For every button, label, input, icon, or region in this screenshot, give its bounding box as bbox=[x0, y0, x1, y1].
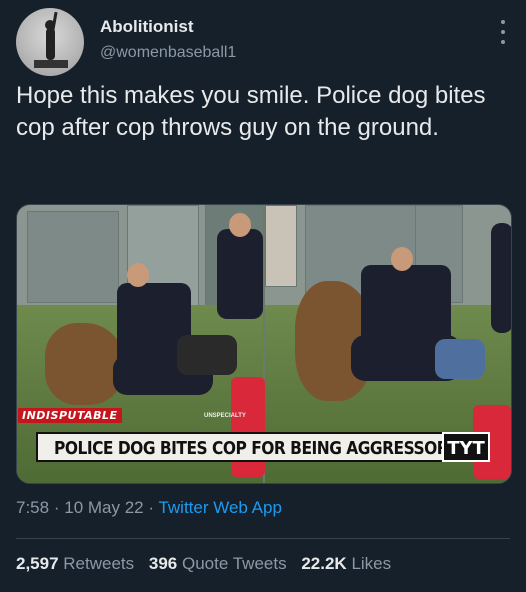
tweet-source-link[interactable]: Twitter Web App bbox=[158, 498, 281, 517]
chyron-headline: POLICE DOG BITES COP FOR BEING AGGRESSOR bbox=[54, 438, 449, 459]
more-vertical-icon[interactable] bbox=[500, 20, 506, 44]
retweets-label: Retweets bbox=[63, 554, 135, 573]
tweet-text: Hope this makes you smile. Police dog bi… bbox=[16, 82, 486, 141]
tweet-stats: 2,597 Retweets 396 Quote Tweets 22.2K Li… bbox=[16, 554, 401, 574]
likes-label: Likes bbox=[351, 554, 392, 573]
chyron-subtag: UNSPECIALTY bbox=[204, 413, 246, 419]
chyron-tag: INDISPUTABLE bbox=[18, 408, 122, 423]
avatar[interactable] bbox=[16, 8, 84, 76]
avatar-figure-base bbox=[34, 60, 68, 68]
quote-tweets-count: 396 bbox=[148, 554, 178, 573]
tweet-meta: 7:58 · 10 May 22 · Twitter Web App bbox=[16, 498, 282, 518]
avatar-figure-body bbox=[46, 28, 55, 60]
tweet-time[interactable]: 7:58 bbox=[16, 498, 49, 517]
quote-tweets-label: Quote Tweets bbox=[182, 554, 287, 573]
quote-tweets-stat[interactable]: 396 Quote Tweets bbox=[149, 554, 287, 573]
retweets-stat[interactable]: 2,597 Retweets bbox=[16, 554, 134, 573]
likes-stat[interactable]: 22.2K Likes bbox=[301, 554, 391, 573]
tweet-date[interactable]: 10 May 22 bbox=[64, 498, 143, 517]
meta-separator: · bbox=[148, 498, 155, 517]
tyt-logo: TYT bbox=[442, 432, 490, 462]
author-handle[interactable]: @womenbaseball1 bbox=[100, 44, 236, 62]
meta-separator: · bbox=[53, 498, 60, 517]
likes-count: 22.2K bbox=[301, 554, 347, 573]
retweets-count: 2,597 bbox=[16, 554, 59, 573]
author-display-name[interactable]: Abolitionist bbox=[100, 17, 193, 37]
divider bbox=[16, 538, 510, 539]
